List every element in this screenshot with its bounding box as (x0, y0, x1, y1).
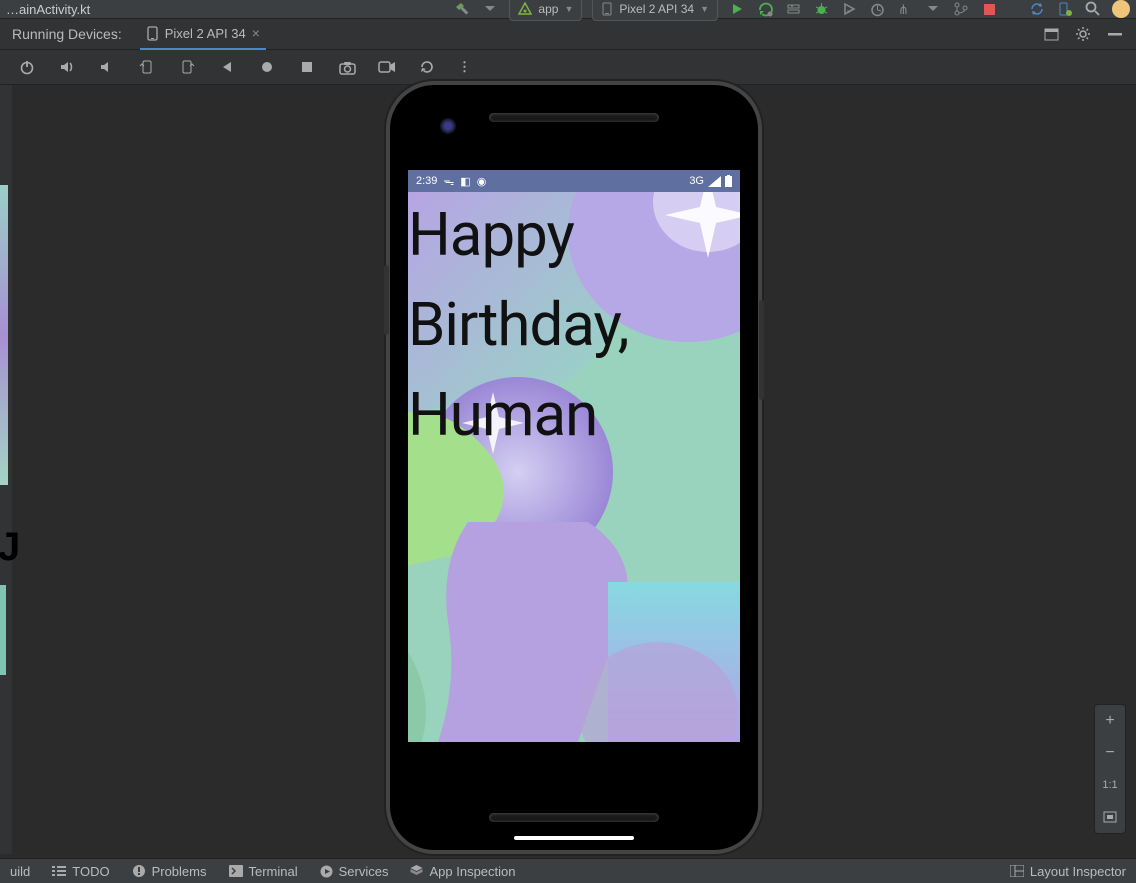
gutter-glyph: J (0, 525, 20, 570)
build-tab[interactable]: uild (10, 864, 30, 879)
battery-icon (725, 175, 732, 187)
chevron-down-icon: ▼ (564, 4, 573, 14)
list-icon (52, 865, 66, 877)
run-config-selector[interactable]: app ▼ (509, 0, 582, 21)
android-status-bar: 2:39 ᯓ ◧ ◉ 3G (408, 170, 740, 192)
code-changes-icon[interactable] (784, 0, 802, 18)
avd-icon[interactable] (1056, 0, 1074, 18)
volume-down-icon[interactable] (98, 58, 116, 76)
app-inspection-tab[interactable]: App Inspection (410, 864, 515, 879)
layers-icon (410, 864, 423, 878)
bottom-tool-bar: uild TODO Problems Terminal Services App… (0, 858, 1136, 883)
debug-icon[interactable] (812, 0, 830, 18)
zoom-in-button[interactable]: + (1095, 705, 1125, 737)
profile-icon[interactable] (1112, 0, 1130, 18)
run-icon[interactable] (728, 0, 746, 18)
device-selector[interactable]: Pixel 2 API 34 ▼ (592, 0, 718, 21)
home-nav-icon[interactable] (258, 58, 276, 76)
volume-up-icon[interactable] (58, 58, 76, 76)
warning-icon (132, 864, 146, 878)
attach-icon[interactable]: ⋔ (896, 0, 914, 18)
coverage-icon[interactable] (840, 0, 858, 18)
record-icon[interactable] (378, 58, 396, 76)
status-charge-icon: ᯓ (443, 174, 454, 189)
close-icon[interactable]: × (252, 25, 260, 41)
zoom-reset-button[interactable]: 1:1 (1095, 769, 1125, 801)
back-nav-icon[interactable] (218, 58, 236, 76)
todo-tab[interactable]: TODO (52, 864, 109, 879)
power-icon[interactable] (18, 58, 36, 76)
hammer-icon[interactable] (453, 0, 471, 18)
zoom-fit-button[interactable] (1095, 801, 1125, 833)
search-icon[interactable] (1084, 0, 1102, 18)
window-icon[interactable] (1042, 25, 1060, 43)
app-content: Happy Birthday, Human (408, 192, 740, 742)
device-label: Pixel 2 API 34 (619, 2, 694, 16)
git-branch-icon[interactable] (952, 0, 970, 18)
problems-tab[interactable]: Problems (132, 864, 207, 879)
gutter-preview (0, 185, 8, 485)
play-circle-icon (320, 865, 333, 878)
apply-changes-icon[interactable] (756, 0, 774, 18)
sync-icon[interactable] (1028, 0, 1046, 18)
terminal-icon (229, 865, 243, 877)
phone-speaker-top (489, 113, 659, 122)
chevron-down-icon: ▼ (700, 4, 709, 14)
greeting-text: Happy Birthday, Human (408, 190, 740, 460)
phone-frame: 2:39 ᯓ ◧ ◉ 3G (390, 85, 758, 850)
rotate-left-icon[interactable] (138, 58, 156, 76)
status-network: 3G (689, 175, 704, 187)
gutter-preview-2 (0, 585, 6, 675)
status-dnd-icon: ◧ (460, 175, 470, 188)
rotate-right-icon[interactable] (178, 58, 196, 76)
terminal-tab[interactable]: Terminal (229, 864, 298, 879)
layout-icon (1010, 865, 1024, 877)
profiler-icon[interactable] (868, 0, 886, 18)
stop-icon[interactable] (980, 0, 998, 18)
gear-icon[interactable] (1074, 25, 1092, 43)
more-icon[interactable]: ⋮ (458, 59, 473, 75)
phone-button-left (384, 265, 389, 335)
emulator-toolbar: ⋮ (0, 50, 1136, 85)
phone-icon (146, 26, 159, 41)
file-tab[interactable]: …ainActivity.kt (6, 2, 90, 17)
nav-gesture-bar (514, 836, 634, 840)
zoom-out-button[interactable]: − (1095, 737, 1125, 769)
device-tab-bar: Running Devices: Pixel 2 API 34 × (0, 19, 1136, 50)
phone-camera (440, 118, 456, 134)
svg-text:⋔: ⋔ (898, 2, 909, 17)
hide-icon[interactable] (1106, 25, 1124, 43)
phone-speaker-bottom (489, 813, 659, 822)
phone-button-right (759, 300, 764, 400)
reset-icon[interactable] (418, 58, 436, 76)
run-config-label: app (538, 2, 558, 16)
running-devices-label: Running Devices: (12, 26, 122, 42)
status-time: 2:39 (416, 175, 437, 187)
top-strip: …ainActivity.kt app ▼ Pixel 2 API 34 ▼ ⋔ (0, 0, 1136, 19)
services-tab[interactable]: Services (320, 864, 389, 879)
status-app-icon: ◉ (477, 175, 487, 188)
dropdown-arrow-icon[interactable] (481, 0, 499, 18)
more-run-icon[interactable] (924, 0, 942, 18)
phone-screen[interactable]: 2:39 ᯓ ◧ ◉ 3G (408, 170, 740, 742)
device-tab-label: Pixel 2 API 34 (165, 26, 246, 41)
screenshot-icon[interactable] (338, 58, 356, 76)
layout-inspector-tab[interactable]: Layout Inspector (1010, 864, 1126, 879)
emulator-stage: J 2:39 ᯓ ◧ ◉ 3G (0, 85, 1136, 854)
signal-icon (708, 176, 721, 187)
zoom-panel: + − 1:1 (1094, 704, 1126, 834)
overview-nav-icon[interactable] (298, 58, 316, 76)
device-tab[interactable]: Pixel 2 API 34 × (140, 19, 266, 50)
